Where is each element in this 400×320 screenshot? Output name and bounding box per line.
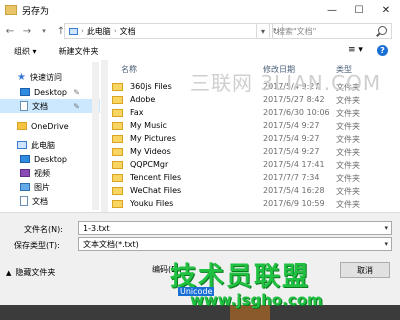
help-icon[interactable]: ? [377,45,388,56]
breadcrumb-pc[interactable]: 此电脑 [87,26,111,37]
chevron-down-icon[interactable]: ▾ [384,224,388,232]
nav-item-quick-access[interactable]: ★ 快速访问 [0,70,100,84]
search-icon [378,26,387,35]
chevron-down-icon[interactable]: ▾ [384,240,388,248]
nav-item-pictures[interactable]: 图片 [0,180,100,194]
desktop-icon [20,155,30,163]
nav-item-documents[interactable]: 文档 [0,194,100,208]
save-type-select[interactable]: 文本文档(*.txt) ▾ [78,237,392,251]
window-title: 另存为 [22,6,50,17]
video-icon [20,169,30,177]
star-icon: ★ [17,71,26,83]
nav-item-desktop-pinned[interactable]: Desktop ✎ [0,85,100,99]
watermark-jsgho-url: www.jsgho.com [190,291,323,309]
organize-button[interactable]: 组织 ▾ [14,46,37,57]
file-list-scrollbar[interactable] [101,60,108,212]
file-row[interactable]: Fax 2017/6/30 10:06 文件夹 [109,107,400,120]
view-options-icon[interactable]: ≡ ▾ [348,45,363,55]
back-arrow-icon[interactable]: ← [3,24,17,38]
pc-icon [17,141,27,149]
documents-icon [20,101,28,111]
folder-icon [112,161,123,169]
title-bar: 另存为 — ☐ ✕ [0,0,400,20]
new-folder-button[interactable]: 新建文件夹 [59,46,99,57]
nav-item-desktop[interactable]: Desktop [0,152,100,166]
file-row[interactable]: My Music 2017/5/4 9:27 文件夹 [109,120,400,133]
search-input[interactable]: 搜索"文档" [272,23,392,39]
command-bar: 组织 ▾ 新建文件夹 ≡ ▾ ? [0,42,400,60]
file-row[interactable]: Youku Files 2017/6/9 10:59 文件夹 [109,198,400,211]
address-row: ← → ▾ ↑ › 此电脑 › 文档 ▾ ↻ 搜索"文档" [0,20,400,42]
maximize-button[interactable]: ☐ [345,0,373,20]
nav-item-documents-pinned[interactable]: 文档 ✎ [0,99,100,113]
pc-icon [69,27,78,35]
save-type-label: 保存类型(T): [14,241,60,250]
hide-folders-toggle[interactable]: ▲ 隐藏文件夹 [6,267,55,278]
nav-item-onedrive[interactable]: OneDrive [0,119,100,133]
minimize-button[interactable]: — [318,0,346,20]
file-row[interactable]: My Pictures 2017/5/4 9:27 文件夹 [109,133,400,146]
breadcrumb-documents[interactable]: 文档 [120,26,136,37]
file-row[interactable]: QQPCMgr 2017/5/4 17:41 文件夹 [109,159,400,172]
file-row[interactable]: WeChat Files 2017/5/4 16:28 文件夹 [109,185,400,198]
nav-item-this-pc[interactable]: 此电脑 [0,138,100,152]
column-name[interactable]: 名称 [121,64,137,75]
picture-icon [20,183,30,191]
filename-label: 文件名(N): [24,225,63,234]
nav-scrollbar[interactable] [92,62,99,210]
folder-icon [112,109,123,117]
folder-icon [112,122,123,130]
watermark-3lian: 三联网 3LIAN.COM [190,71,382,95]
chevron-up-icon: ▲ [6,268,12,277]
folder-icon [112,148,123,156]
pin-icon: ✎ [73,101,80,111]
filename-input[interactable]: 1-3.txt ▾ [78,221,392,235]
close-button[interactable]: ✕ [372,0,400,20]
file-row[interactable]: My Videos 2017/5/4 9:27 文件夹 [109,146,400,159]
onedrive-icon [17,122,27,130]
nav-item-videos[interactable]: 视频 [0,166,100,180]
folder-icon [112,96,123,104]
folder-icon [112,174,123,182]
desktop-icon [20,88,30,96]
notepad-icon [5,5,17,15]
cancel-button[interactable]: 取消 [340,262,390,278]
navigation-pane: ★ 快速访问 Desktop ✎ 文档 ✎ OneDrive 此电脑 Deskt… [0,62,101,210]
folder-icon [112,83,123,91]
pin-icon: ✎ [73,87,80,97]
address-dropdown-icon[interactable]: ▾ [257,23,270,39]
recent-dropdown-icon[interactable]: ▾ [37,24,51,38]
file-row[interactable]: Tencent Files 2017/7/7 7:34 文件夹 [109,172,400,185]
folder-icon [112,187,123,195]
folder-icon [112,135,123,143]
forward-arrow-icon[interactable]: → [20,24,34,38]
address-bar[interactable]: › 此电脑 › 文档 [64,23,257,39]
folder-icon [112,200,123,208]
documents-icon [20,196,28,206]
